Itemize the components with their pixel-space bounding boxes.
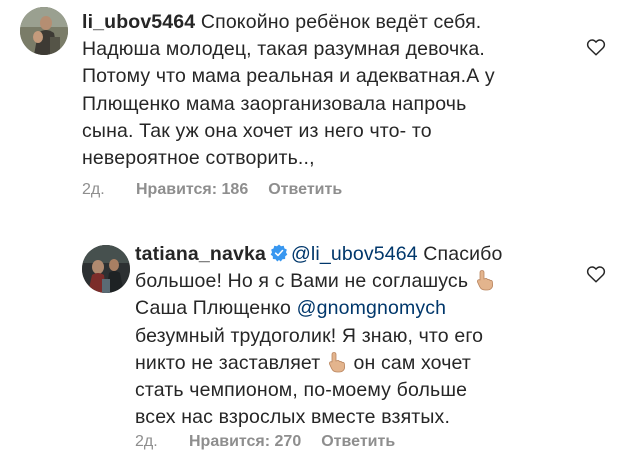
comment-body: tatiana_navka @li_ubov5464 Спасибо больш… bbox=[135, 241, 503, 431]
mention-link[interactable]: @li_ubov5464 bbox=[291, 243, 418, 265]
comment-text-segment: безумный трудоголик! Я знаю, что его bbox=[135, 324, 484, 347]
comment-text-segment: никто не заставляет bbox=[135, 351, 321, 374]
comment-reply-item: tatiana_navka @li_ubov5464 Спасибо больш… bbox=[0, 0, 640, 474]
comment-text-segment: большое! Но я с Вами не соглашусь bbox=[135, 270, 469, 293]
mention-link[interactable]: @gnomgnomych bbox=[297, 297, 447, 319]
reply-button[interactable]: Ответить bbox=[321, 433, 395, 450]
comment-meta: 2д. Нравится: 270 Ответить bbox=[135, 433, 395, 451]
comment-text-segment: всех нас взрослых вместе взятых. bbox=[135, 406, 451, 429]
pointing-up-hand-emoji-icon bbox=[328, 351, 345, 373]
comment-text-segment: стать чемпионом, по-моему больше bbox=[135, 379, 468, 402]
avatar-photo-icon bbox=[82, 245, 130, 293]
likes-count[interactable]: Нравится: 270 bbox=[189, 433, 301, 451]
verified-badge-icon bbox=[270, 244, 288, 262]
comment-timestamp[interactable]: 2д. bbox=[135, 433, 189, 451]
comment-text-segment: Спасибо bbox=[423, 243, 503, 265]
heart-outline-icon[interactable] bbox=[586, 265, 606, 283]
comment-text-segment: он сам хочет bbox=[353, 351, 471, 374]
pointing-up-hand-emoji-icon bbox=[476, 270, 493, 291]
avatar[interactable] bbox=[82, 245, 130, 293]
comment-username[interactable]: tatiana_navka bbox=[135, 243, 266, 265]
comment-text-segment: Саша Плющенко bbox=[135, 297, 292, 320]
